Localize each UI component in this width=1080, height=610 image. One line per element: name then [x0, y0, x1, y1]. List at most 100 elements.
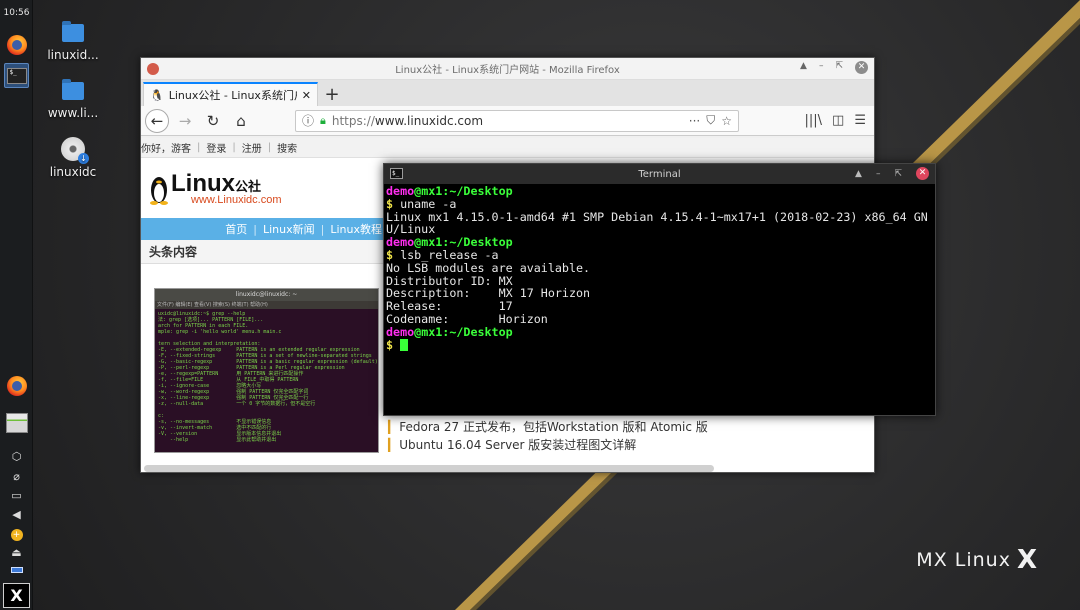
tux-favicon-icon: 🐧: [150, 88, 164, 102]
thumb-menu: 文件(F) 编辑(E) 查看(V) 搜索(S) 终端(T) 帮助(H): [155, 301, 378, 309]
keep-above-button[interactable]: ▲: [855, 169, 862, 179]
terminal-window: $_ Terminal ▲ – ⇱ ✕ demo@mx1:~/Desktop $ …: [383, 163, 936, 416]
login-link[interactable]: 登录: [206, 140, 226, 155]
url-text[interactable]: https://www.linuxidc.com: [332, 114, 683, 128]
nav-home[interactable]: 首页: [225, 221, 247, 237]
pocket-icon[interactable]: ⛉: [706, 113, 715, 128]
hamburger-menu-icon[interactable]: ☰: [854, 113, 866, 128]
firefox-icon: [6, 34, 27, 55]
desktop-disc-linuxidc[interactable]: linuxidc: [38, 137, 108, 179]
disc-icon: [61, 137, 89, 164]
tab-title: Linux公社 - Linux系统门户: [168, 89, 297, 102]
library-icon[interactable]: |||\: [805, 113, 823, 128]
maximize-button[interactable]: ⇱: [835, 61, 843, 74]
site-top-strip: 你好，游客 | 登录 | 注册 | 搜索: [141, 138, 874, 158]
tab-close-icon[interactable]: ✕: [302, 89, 311, 102]
terminal-output-line: Linux mx1 4.15.0-1-amd64 #1 SMP Debian 4…: [386, 209, 928, 224]
new-tab-button[interactable]: +: [318, 82, 346, 106]
back-button[interactable]: ←: [145, 108, 169, 133]
terminal-icon: $_: [390, 168, 403, 179]
firefox-icon: [6, 375, 27, 396]
tux-logo-icon: [150, 177, 168, 205]
desktop-icon-label: linuxidc: [49, 165, 97, 179]
list-item[interactable]: ▎ Fedora 27 正式发布，包括Workstation 版和 Atomic …: [388, 418, 708, 436]
brand-text: MX Linux: [916, 549, 1011, 571]
terminal-output[interactable]: demo@mx1:~/Desktop $ uname -a Linux mx1 4.…: [384, 184, 935, 416]
firefox-titlebar[interactable]: Linux公社 - Linux系统门户网站 - Mozilla Firefox …: [141, 58, 874, 80]
site-logo[interactable]: Linux公社 www.Linuxidc.com: [149, 171, 281, 206]
home-button[interactable]: ⌂: [229, 109, 253, 133]
lock-icon[interactable]: 🔒︎: [320, 114, 326, 128]
minimize-button[interactable]: –: [876, 169, 881, 179]
updater-icon[interactable]: +: [0, 527, 33, 541]
terminal-task[interactable]: $_: [4, 63, 29, 88]
left-panel: 10:56 $_ ⬡ ⌀ ▭ ◀ + ⏏ X: [0, 0, 33, 610]
terminal-input-line: $: [386, 338, 933, 352]
folder-icon: [62, 79, 84, 100]
terminal-prompt-line: demo@mx1:~/Desktop: [386, 184, 513, 198]
mx-linux-brand: MX Linux X: [916, 545, 1038, 575]
register-link[interactable]: 注册: [242, 140, 262, 155]
forward-button[interactable]: →: [173, 109, 197, 133]
folder-icon: [62, 21, 84, 42]
sidebar-icon[interactable]: ◫: [832, 113, 844, 128]
volume-icon[interactable]: ◀: [0, 508, 33, 521]
terminal-titlebar[interactable]: $_ Terminal ▲ – ⇱ ✕: [384, 164, 935, 184]
horizontal-scrollbar[interactable]: [144, 465, 714, 472]
start-menu-button[interactable]: X: [3, 583, 30, 608]
headline-thumbnail[interactable]: linuxidc@linuxidc: ~ 文件(F) 编辑(E) 查看(V) 搜…: [154, 288, 379, 453]
info-icon[interactable]: ⓘ: [302, 112, 314, 129]
paperclip-icon[interactable]: ⌀: [0, 470, 33, 483]
terminal-title: Terminal: [638, 168, 681, 180]
terminal-command-line: $ lsb_release -a: [386, 247, 499, 262]
desktop-folder-linuxid[interactable]: linuxid...: [38, 21, 108, 62]
thumb-title: linuxidc@linuxidc: ~: [155, 289, 378, 301]
site-nav: 首页 | Linux新闻 | Linux教程: [141, 218, 386, 240]
bullet-icon: ▎: [388, 420, 398, 434]
list-item[interactable]: ▎ Ubuntu 16.04 Server 版安装过程图文详解: [388, 436, 708, 454]
headline-section-title: 头条内容: [141, 240, 386, 264]
desktop-icon-label: www.li...: [47, 106, 99, 120]
firefox-window-title: Linux公社 - Linux系统门户网站 - Mozilla Firefox: [395, 65, 620, 76]
page-actions-icon[interactable]: ···: [689, 114, 700, 128]
close-button[interactable]: ✕: [916, 167, 929, 180]
terminal-cursor: [400, 338, 409, 351]
eject-icon[interactable]: ⏏: [0, 546, 33, 559]
logo-suffix: 公社: [235, 180, 262, 195]
reload-button[interactable]: ↻: [201, 109, 225, 133]
firefox-tray[interactable]: [4, 373, 29, 398]
desktop-icon-label: linuxid...: [47, 48, 99, 62]
maximize-button[interactable]: ⇱: [894, 169, 902, 179]
news-list: ▎ Fedora 27 正式发布，包括Workstation 版和 Atomic …: [388, 418, 708, 454]
terminal-command-line: $ uname -a: [386, 196, 457, 211]
close-button[interactable]: ✕: [855, 61, 868, 74]
bullet-icon: ▎: [388, 438, 398, 452]
clock: 10:56: [3, 8, 30, 18]
logo-subtitle: www.Linuxidc.com: [191, 194, 282, 206]
display-icon[interactable]: ▭: [0, 489, 33, 502]
search-link[interactable]: 搜索: [277, 140, 297, 155]
thumb-terminal-text: uxidc@linuxidc:~$ grep --help 法: grep [选…: [158, 311, 378, 443]
nav-tutorials[interactable]: Linux教程: [330, 221, 382, 237]
bookmark-star-icon[interactable]: ☆: [721, 114, 732, 128]
mx-logo-icon: X: [1016, 545, 1038, 575]
terminal-prompt-line: demo@mx1:~/Desktop: [386, 324, 513, 339]
greeting-text: 你好，游客: [141, 144, 191, 155]
file-manager-tray[interactable]: [4, 410, 29, 435]
minimize-button[interactable]: –: [819, 61, 824, 74]
keep-above-button[interactable]: ▲: [800, 61, 807, 74]
nav-news[interactable]: Linux新闻: [263, 221, 315, 237]
tab-strip: 🐧 Linux公社 - Linux系统门户 ✕ +: [141, 80, 874, 106]
tab-linuxidc[interactable]: 🐧 Linux公社 - Linux系统门户 ✕: [143, 82, 318, 106]
terminal-output-line: No LSB modules are available.: [386, 260, 591, 275]
package-icon[interactable]: ⬡: [0, 450, 33, 463]
logo-text: Linux: [171, 170, 235, 197]
desktop-folder-www[interactable]: www.li...: [38, 79, 108, 120]
terminal-icon: $_: [6, 67, 27, 84]
url-bar[interactable]: ⓘ 🔒︎ https://www.linuxidc.com ··· ⛉ ☆: [295, 109, 739, 132]
file-manager-icon: [5, 412, 28, 433]
firefox-window-icon: [147, 63, 159, 75]
keyboard-icon[interactable]: [0, 563, 33, 576]
firefox-launcher[interactable]: [4, 32, 29, 57]
nav-toolbar: ← → ↻ ⌂ ⓘ 🔒︎ https://www.linuxidc.com ··…: [141, 106, 874, 136]
